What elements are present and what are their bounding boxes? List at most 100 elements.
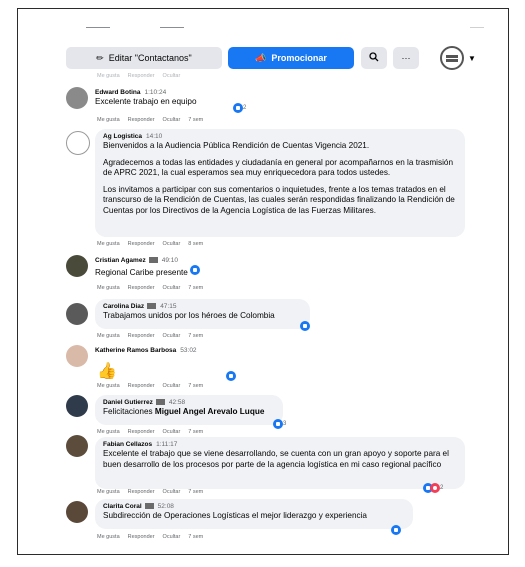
reply-link[interactable]: Responder (128, 429, 155, 435)
like-link[interactable]: Me gusta (97, 429, 120, 435)
timestamp[interactable]: 7 sem (188, 117, 203, 123)
search-icon (369, 52, 379, 64)
page-switcher-button[interactable]: ▼ (438, 46, 478, 70)
hide-link[interactable]: Ocultar (163, 117, 181, 123)
badge-icon (144, 503, 154, 510)
like-icon (226, 371, 236, 381)
reply-link[interactable]: Responder (128, 489, 155, 495)
reaction-count[interactable]: 2 (233, 103, 246, 113)
reply-link[interactable]: Responder (128, 383, 155, 389)
comment-text: Subdirección de Operaciones Logísticas e… (103, 511, 367, 520)
divider (86, 27, 110, 28)
screenshot-frame: ✏ Editar "Contactanos" 📣 Promocionar ···… (17, 8, 509, 555)
hide-link[interactable]: Ocultar (163, 241, 181, 247)
avatar[interactable] (66, 87, 88, 109)
comment-text: Trabajamos unidos por los héroes de Colo… (103, 311, 275, 320)
reaction-count[interactable]: 3 (273, 419, 286, 429)
avatar[interactable] (66, 255, 88, 277)
avatar[interactable] (66, 131, 90, 155)
comment-actions: Me gusta Responder Ocultar 7 sem (97, 534, 211, 540)
comment-bubble: Cristian Agamez 49:10 Regional Caribe pre… (95, 253, 235, 283)
thumbs-up-emoji: 👍 (97, 363, 117, 380)
comment-author[interactable]: Cristian Agamez 49:10 (95, 257, 227, 264)
like-icon (391, 525, 401, 535)
search-button[interactable] (361, 47, 387, 69)
hide-link[interactable]: Ocultar (163, 333, 181, 339)
comment-text: Felicitaciones Miguel Angel Arevalo Luqu… (103, 407, 265, 416)
chevron-down-icon: ▼ (468, 53, 476, 63)
like-link[interactable]: Me gusta (97, 117, 120, 123)
avatar[interactable] (66, 395, 88, 417)
like-icon (300, 321, 310, 331)
reaction-count[interactable] (226, 371, 236, 381)
reaction-count[interactable] (300, 321, 310, 331)
comment-bubble: Katherine Ramos Barbosa 53:02 (95, 343, 235, 357)
avatar[interactable] (66, 345, 88, 367)
timestamp[interactable]: 7 sem (188, 489, 203, 495)
like-icon (233, 103, 243, 113)
comment-text: Excelente el trabajo que se viene desarr… (103, 449, 449, 469)
comment-author[interactable]: Daniel Gutierrez 42:58 (103, 399, 275, 406)
timestamp[interactable]: 7 sem (188, 383, 203, 389)
comment-bubble: Clarita Coral 52:08 Subdirección de Opera… (95, 499, 413, 529)
avatar[interactable] (66, 501, 88, 523)
timestamp[interactable]: 7 sem (188, 429, 203, 435)
comment-bubble: Carolina Diaz 47:15 Trabajamos unidos por… (95, 299, 310, 329)
more-options-label: ··· (401, 53, 411, 63)
comment-author[interactable]: Edward Botina 1:10:24 (95, 89, 237, 96)
hide-link[interactable]: Ocultar (163, 429, 181, 435)
comment-actions: Me gusta Responder Ocultar 8 sem (97, 241, 211, 247)
comment-author[interactable]: Carolina Diaz 47:15 (103, 303, 302, 310)
like-link[interactable]: Me gusta (97, 333, 120, 339)
like-link[interactable]: Me gusta (97, 383, 120, 389)
reply-link[interactable]: Responder (128, 333, 155, 339)
like-icon[interactable] (190, 265, 201, 275)
avatar[interactable] (66, 435, 88, 457)
edit-contact-button[interactable]: ✏ Editar "Contactanos" (66, 47, 222, 69)
hide-link[interactable]: Ocultar (163, 383, 181, 389)
like-link[interactable]: Me gusta (97, 489, 120, 495)
reply-link[interactable]: Responder (128, 241, 155, 247)
like-link[interactable]: Me gusta (97, 534, 120, 540)
comment-actions: Me gusta Responder Ocultar 7 sem (97, 285, 211, 291)
comment-bubble: Edward Botina 1:10:24 Excelente trabajo e… (95, 85, 245, 115)
comment-actions: Me gusta Responder Ocultar 7 sem (97, 333, 211, 339)
reaction-count[interactable] (391, 525, 401, 535)
comment-text: Excelente trabajo en equipo (95, 97, 197, 106)
megaphone-icon: 📣 (255, 52, 267, 63)
comment-text: Regional Caribe presente (95, 265, 227, 279)
like-link[interactable]: Me gusta (97, 241, 120, 247)
comment-actions: Me gusta Responder Ocultar 7 sem (97, 429, 211, 435)
comment-bubble: Ag Logistica 14:10 Bienvenidos a la Audie… (95, 129, 465, 237)
comment-author[interactable]: Katherine Ramos Barbosa 53:02 (95, 347, 227, 354)
mentioned-user[interactable]: Miguel Angel Arevalo Luque (155, 407, 264, 416)
timestamp[interactable]: 7 sem (188, 285, 203, 291)
page-avatar (440, 46, 465, 70)
timestamp[interactable]: 8 sem (188, 241, 203, 247)
comment-author[interactable]: Fabian Cellazos 1:11:17 (103, 441, 457, 448)
timestamp[interactable]: 7 sem (188, 333, 203, 339)
more-options-button[interactable]: ··· (393, 47, 419, 69)
reply-link[interactable]: Responder (128, 117, 155, 123)
reaction-count[interactable]: 2 (423, 483, 443, 493)
timestamp[interactable]: 7 sem (188, 534, 203, 540)
comment-author[interactable]: Ag Logistica 14:10 (103, 133, 457, 140)
like-link[interactable]: Me gusta (97, 285, 120, 291)
reply-link[interactable]: Responder (128, 285, 155, 291)
reply-link[interactable]: Responder (128, 534, 155, 540)
avatar[interactable] (66, 303, 88, 325)
hide-link[interactable]: Ocultar (163, 285, 181, 291)
comment-actions: Me gusta Responder Ocultar 7 sem (97, 383, 211, 389)
top-strip (18, 9, 508, 39)
divider (470, 27, 484, 28)
badge-icon (148, 257, 158, 264)
promote-button[interactable]: 📣 Promocionar (228, 47, 354, 69)
like-icon (273, 419, 283, 429)
hide-link[interactable]: Ocultar (163, 534, 181, 540)
comment-bubble: Fabian Cellazos 1:11:17 Excelente el trab… (95, 437, 465, 489)
comment-author[interactable]: Clarita Coral 52:08 (103, 503, 405, 510)
comment-text: Bienvenidos a la Audiencia Pública Rendi… (103, 141, 455, 215)
heart-icon (430, 483, 440, 493)
hide-link[interactable]: Ocultar (163, 489, 181, 495)
edit-contact-label: Editar "Contactanos" (108, 53, 192, 63)
